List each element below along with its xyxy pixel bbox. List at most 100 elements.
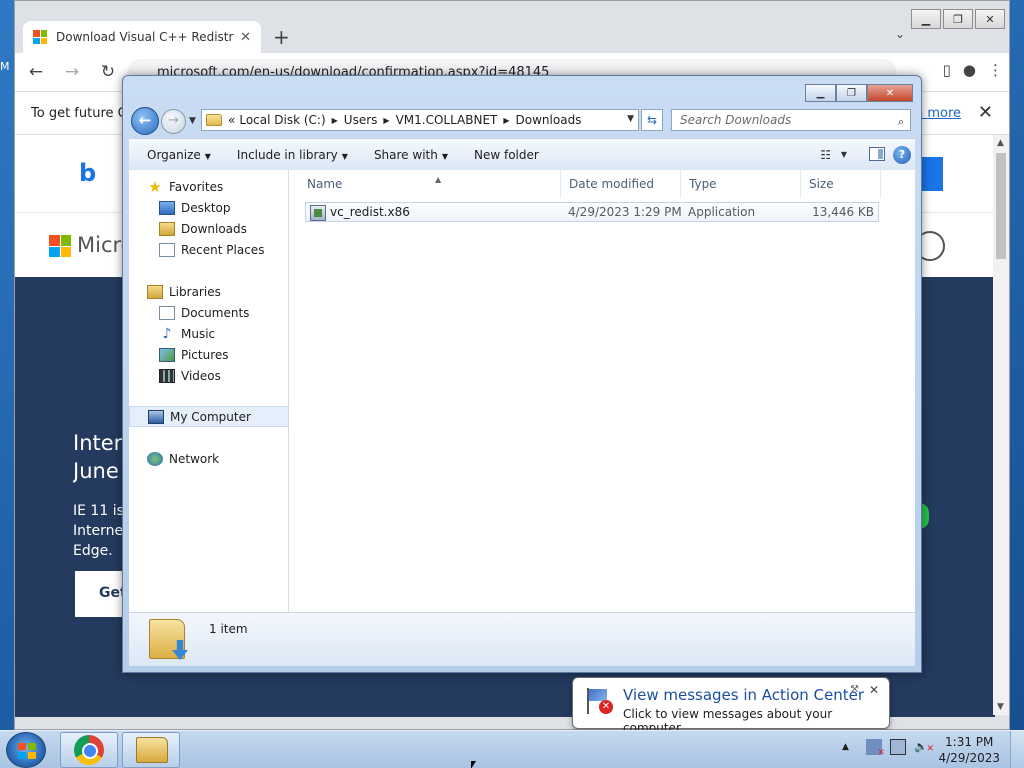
scroll-down-arrow-icon[interactable]: ▼	[997, 702, 1004, 712]
details-pane: 1 item	[129, 612, 915, 666]
breadcrumb-item[interactable]: VM1.COLLABNET	[396, 113, 498, 127]
taskbar-explorer-button[interactable]	[122, 732, 180, 768]
navigation-pane: ★ Favorites Desktop Downloads Recent Pla…	[129, 170, 289, 612]
nav-videos[interactable]: Videos	[129, 365, 289, 386]
profile-icon[interactable]: ●	[963, 61, 976, 79]
taskbar-clock[interactable]: 1:31 PM 4/29/2023	[938, 734, 1000, 766]
tab-close-icon[interactable]: ✕	[240, 30, 251, 45]
show-hidden-icons-icon[interactable]: ▲	[842, 739, 858, 755]
action-center-tray-icon[interactable]	[866, 739, 885, 758]
preview-pane-icon[interactable]	[869, 147, 885, 161]
search-downloads-input[interactable]: Search Downloads ⌕	[671, 109, 911, 131]
help-icon[interactable]: ?	[893, 146, 911, 164]
column-header-label: Name	[307, 177, 343, 191]
refresh-icon[interactable]: ⇆	[641, 109, 663, 131]
forward-button[interactable]: →	[57, 62, 87, 82]
chevron-down-icon: ▼	[204, 151, 211, 161]
breadcrumb-item[interactable]: Downloads	[516, 113, 582, 127]
nav-label: Pictures	[181, 347, 229, 362]
action-center-notification[interactable]: ✕ View messages in Action Center Click t…	[572, 677, 890, 735]
breadcrumb-separator-icon[interactable]: ▶	[503, 116, 509, 125]
notification-close-icon[interactable]: ✕	[869, 683, 879, 697]
nav-label: My Computer	[170, 409, 251, 424]
column-header-label: Size	[809, 177, 834, 191]
nav-network[interactable]: Network	[129, 448, 289, 469]
breadcrumb-item[interactable]: Users	[344, 113, 378, 127]
explorer-maximize-button[interactable]: ❐	[836, 84, 867, 102]
start-button[interactable]	[6, 732, 46, 768]
organize-label: Organize	[147, 147, 201, 162]
nav-music[interactable]: ♪ Music	[129, 323, 289, 344]
reload-button[interactable]: ↻	[93, 62, 123, 82]
nav-label: Libraries	[169, 284, 221, 299]
nav-libraries[interactable]: Libraries	[129, 281, 289, 302]
nav-favorites[interactable]: ★ Favorites	[129, 176, 289, 197]
chrome-restore-button[interactable]: ❐	[943, 9, 973, 29]
explorer-back-button[interactable]: ←	[131, 107, 159, 135]
chevron-down-icon: ▼	[441, 151, 448, 161]
explorer-forward-button[interactable]: →	[161, 109, 186, 134]
notification-title[interactable]: View messages in Action Center	[623, 686, 864, 704]
side-panel-icon[interactable]: ▯	[943, 61, 951, 79]
change-view-icon[interactable]: ☷	[820, 148, 831, 162]
breadcrumb-overflow[interactable]: «	[228, 113, 235, 127]
chevron-down-icon: ▼	[341, 151, 348, 161]
search-icon[interactable]: ⌕	[898, 112, 904, 132]
chrome-window-controls: ▁ ❐ ✕	[911, 9, 1005, 29]
infobar-close-icon[interactable]: ✕	[978, 102, 993, 123]
breadcrumb-separator-icon[interactable]: ▶	[383, 116, 389, 125]
taskbar-chrome-button[interactable]	[60, 732, 118, 768]
volume-muted-icon[interactable]: 🔈	[914, 739, 934, 757]
nav-label: Videos	[181, 368, 221, 383]
nav-downloads[interactable]: Downloads	[129, 218, 289, 239]
tab-search-chevron-icon[interactable]: ⌄	[895, 27, 905, 41]
chrome-minimize-button[interactable]: ▁	[911, 9, 941, 29]
column-header-label: Type	[689, 177, 717, 191]
share-with-button[interactable]: Share with ▼	[374, 148, 448, 162]
scroll-up-arrow-icon[interactable]: ▲	[997, 138, 1004, 148]
windows-logo-icon	[18, 743, 36, 759]
desktop-edge-text: M	[0, 60, 10, 73]
microsoft-logo-icon[interactable]	[49, 235, 71, 257]
nav-documents[interactable]: Documents	[129, 302, 289, 323]
nav-label: Recent Places	[181, 242, 265, 257]
nav-pictures[interactable]: Pictures	[129, 344, 289, 365]
column-header-type[interactable]: Type	[681, 170, 801, 198]
libraries-icon	[147, 284, 163, 299]
pictures-icon	[159, 347, 175, 362]
page-scrollbar[interactable]: ▲ ▼	[993, 135, 1009, 715]
column-header-label: Date modified	[569, 177, 655, 191]
breadcrumb-separator-icon[interactable]: ▶	[332, 116, 338, 125]
system-tray: ▲ 🔈	[842, 739, 934, 758]
nav-desktop[interactable]: Desktop	[129, 197, 289, 218]
nav-recent-places[interactable]: Recent Places	[129, 239, 289, 260]
address-dropdown-icon[interactable]: ▼	[627, 114, 634, 124]
new-tab-button[interactable]: +	[273, 25, 290, 49]
view-options-chevron-icon[interactable]: ▼	[841, 150, 847, 159]
include-in-library-button[interactable]: Include in library ▼	[237, 148, 348, 162]
file-explorer-icon	[136, 737, 168, 763]
notification-options-icon[interactable]: ⚒	[850, 684, 859, 695]
explorer-close-button[interactable]: ✕	[867, 84, 913, 102]
network-tray-icon[interactable]	[890, 739, 906, 755]
show-desktop-button[interactable]	[1010, 731, 1024, 768]
browser-tab[interactable]: Download Visual C++ Redistributable ✕	[23, 21, 261, 53]
menu-icon[interactable]: ⋮	[988, 61, 1003, 79]
breadcrumb-item[interactable]: Local Disk (C:)	[239, 113, 325, 127]
column-header-size[interactable]: Size	[801, 170, 881, 198]
organize-button[interactable]: Organize ▼	[147, 148, 211, 162]
explorer-address-bar[interactable]: « Local Disk (C:) ▶ Users ▶ VM1.COLLABNE…	[201, 109, 639, 131]
new-folder-button[interactable]: New folder	[474, 148, 539, 162]
column-header-date-modified[interactable]: Date modified	[561, 170, 681, 198]
nav-my-computer[interactable]: My Computer	[129, 406, 289, 427]
chrome-close-button[interactable]: ✕	[975, 9, 1005, 29]
microsoft-logo-icon	[33, 30, 47, 44]
downloads-folder-icon	[159, 221, 175, 236]
recent-pages-chevron-icon[interactable]: ▼	[189, 116, 196, 126]
file-row-vc-redist[interactable]: vc_redist.x86 4/29/2023 1:29 PM Applicat…	[305, 202, 879, 222]
back-button[interactable]: ←	[21, 62, 51, 82]
scroll-thumb[interactable]	[996, 153, 1006, 259]
explorer-minimize-button[interactable]: ▁	[805, 84, 836, 102]
application-icon	[310, 205, 326, 221]
column-header-name[interactable]: Name ▲	[299, 170, 561, 198]
